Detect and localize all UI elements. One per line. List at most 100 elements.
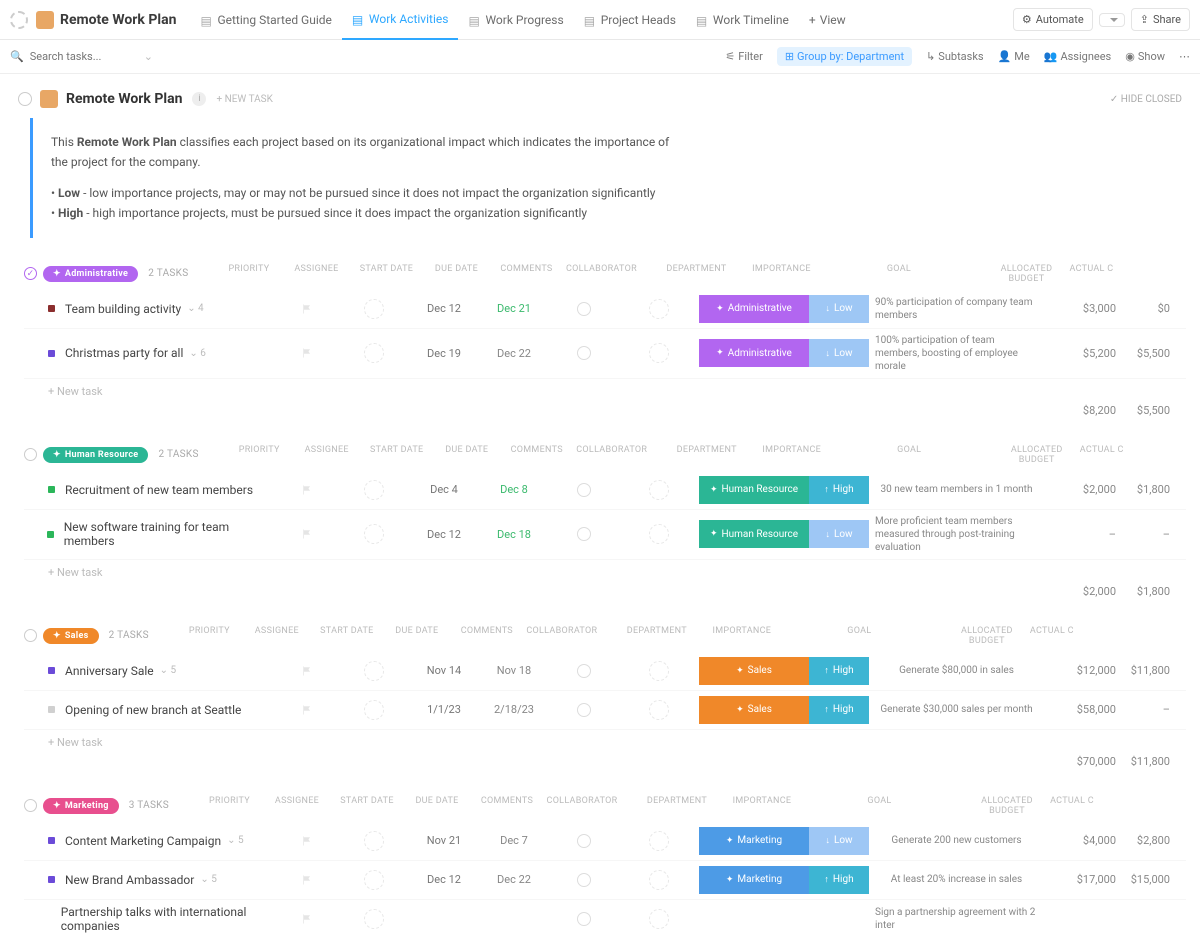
- collaborator-cell[interactable]: [619, 343, 699, 363]
- col-budget[interactable]: ALLOCATED BUDGET: [947, 626, 1027, 646]
- assignee-cell[interactable]: [339, 661, 409, 681]
- task-row[interactable]: Content Marketing Campaign⌄ 5Nov 21Dec 7…: [24, 822, 1186, 861]
- due-date-cell[interactable]: Dec 21: [479, 302, 549, 315]
- col-collaborator[interactable]: COLLABORATOR: [572, 445, 652, 465]
- actual-cell[interactable]: $5,500: [1124, 347, 1174, 360]
- col-start-date[interactable]: START DATE: [362, 445, 432, 465]
- comments-cell[interactable]: [549, 834, 619, 848]
- task-row[interactable]: Anniversary Sale⌄ 5Nov 14Nov 18✦Sales↑Hi…: [24, 652, 1186, 691]
- start-date-cell[interactable]: Nov 14: [409, 664, 479, 677]
- start-date-cell[interactable]: 1/1/23: [409, 703, 479, 716]
- assignees-button[interactable]: 👥Assignees: [1044, 50, 1112, 63]
- col-comments[interactable]: COMMENTS: [452, 626, 522, 646]
- assignee-cell[interactable]: [339, 831, 409, 851]
- col-department[interactable]: DEPARTMENT: [652, 445, 762, 465]
- show-button[interactable]: ◉Show: [1125, 50, 1165, 63]
- col-priority[interactable]: PRIORITY: [227, 445, 292, 465]
- task-row[interactable]: Recruitment of new team membersDec 4Dec …: [24, 471, 1186, 510]
- col-department[interactable]: DEPARTMENT: [622, 796, 732, 816]
- new-task-button[interactable]: + New task: [24, 560, 1186, 582]
- actual-cell[interactable]: $2,800: [1124, 834, 1174, 847]
- col-goal[interactable]: GOAL: [792, 796, 967, 816]
- col-assignee[interactable]: ASSIGNEE: [281, 264, 351, 284]
- importance-tag[interactable]: ↓Low: [809, 339, 869, 367]
- group-toggle-icon[interactable]: [24, 629, 37, 642]
- budget-cell[interactable]: $5,200: [1044, 347, 1124, 360]
- priority-cell[interactable]: [274, 665, 339, 677]
- assignee-cell[interactable]: [339, 700, 409, 720]
- due-date-cell[interactable]: Dec 8: [479, 483, 549, 496]
- share-button[interactable]: ⇪ Share: [1131, 8, 1190, 31]
- group-pill[interactable]: ✦Administrative: [43, 266, 138, 282]
- importance-tag[interactable]: ↑High: [809, 657, 869, 685]
- department-tag[interactable]: ✦Marketing: [699, 866, 809, 894]
- col-collaborator[interactable]: COLLABORATOR: [522, 626, 602, 646]
- col-start-date[interactable]: START DATE: [332, 796, 402, 816]
- start-date-cell[interactable]: Dec 12: [409, 302, 479, 315]
- add-view-button[interactable]: +View: [799, 0, 856, 40]
- assignee-cell[interactable]: [339, 480, 409, 500]
- actual-cell[interactable]: $0: [1124, 302, 1174, 315]
- goal-cell[interactable]: Generate $80,000 in sales: [869, 664, 1044, 677]
- start-date-cell[interactable]: Dec 12: [409, 873, 479, 886]
- status-dot[interactable]: [48, 706, 55, 713]
- task-row[interactable]: New Brand Ambassador⌄ 5Dec 12Dec 22✦Mark…: [24, 861, 1186, 900]
- tab-work-timeline[interactable]: ▤Work Timeline: [686, 0, 799, 40]
- goal-cell[interactable]: 30 new team members in 1 month: [869, 483, 1044, 496]
- info-icon[interactable]: i: [192, 92, 206, 106]
- department-tag[interactable]: ✦Human Resource: [699, 476, 809, 504]
- comments-cell[interactable]: [549, 912, 619, 926]
- comments-cell[interactable]: [549, 873, 619, 887]
- goal-cell[interactable]: 100% participation of team members, boos…: [869, 334, 1044, 373]
- status-dot[interactable]: [48, 876, 55, 883]
- col-actual[interactable]: ACTUAL C: [1066, 264, 1116, 284]
- col-goal[interactable]: GOAL: [811, 264, 986, 284]
- col-budget[interactable]: ALLOCATED BUDGET: [967, 796, 1047, 816]
- col-priority[interactable]: PRIORITY: [197, 796, 262, 816]
- hide-closed-button[interactable]: ✓ HIDE CLOSED: [1110, 94, 1182, 105]
- budget-cell[interactable]: $2,000: [1044, 483, 1124, 496]
- group-pill[interactable]: ✦Sales: [43, 628, 99, 644]
- budget-cell[interactable]: $3,000: [1044, 302, 1124, 315]
- status-dot[interactable]: [48, 350, 55, 357]
- importance-tag[interactable]: ↓Low: [809, 295, 869, 323]
- start-date-cell[interactable]: Nov 21: [409, 834, 479, 847]
- search-input[interactable]: [30, 50, 140, 63]
- priority-cell[interactable]: [274, 835, 339, 847]
- col-collaborator[interactable]: COLLABORATOR: [561, 264, 641, 284]
- col-priority[interactable]: PRIORITY: [216, 264, 281, 284]
- goal-cell[interactable]: More proficient team members measured th…: [869, 515, 1044, 554]
- budget-cell[interactable]: $4,000: [1044, 834, 1124, 847]
- automate-dropdown[interactable]: [1099, 13, 1125, 27]
- department-tag[interactable]: ✦Human Resource: [699, 520, 809, 548]
- col-actual[interactable]: ACTUAL C: [1027, 626, 1077, 646]
- subtask-indicator[interactable]: ⌄ 5: [227, 835, 243, 846]
- comments-cell[interactable]: [549, 703, 619, 717]
- priority-cell[interactable]: [274, 913, 339, 925]
- col-due-date[interactable]: DUE DATE: [382, 626, 452, 646]
- due-date-cell[interactable]: 2/18/23: [479, 703, 549, 716]
- new-task-button[interactable]: + NEW TASK: [216, 94, 272, 105]
- col-importance[interactable]: IMPORTANCE: [751, 264, 811, 284]
- department-tag[interactable]: ✦Sales: [699, 657, 809, 685]
- comments-cell[interactable]: [549, 664, 619, 678]
- col-comments[interactable]: COMMENTS: [472, 796, 542, 816]
- tab-work-activities[interactable]: ▤Work Activities: [342, 0, 459, 40]
- col-importance[interactable]: IMPORTANCE: [732, 796, 792, 816]
- goal-cell[interactable]: 90% participation of company team member…: [869, 296, 1044, 322]
- comments-cell[interactable]: [549, 483, 619, 497]
- assignee-cell[interactable]: [339, 909, 409, 929]
- due-date-cell[interactable]: Dec 7: [479, 834, 549, 847]
- goal-cell[interactable]: Generate $30,000 sales per month: [869, 703, 1044, 716]
- priority-cell[interactable]: [274, 528, 339, 540]
- subtask-indicator[interactable]: ⌄ 5: [160, 665, 176, 676]
- assignee-cell[interactable]: [339, 299, 409, 319]
- group-toggle-icon[interactable]: [24, 799, 37, 812]
- col-budget[interactable]: ALLOCATED BUDGET: [997, 445, 1077, 465]
- assignee-cell[interactable]: [339, 870, 409, 890]
- status-dot[interactable]: [48, 305, 55, 312]
- importance-tag[interactable]: ↑High: [809, 696, 869, 724]
- start-date-cell[interactable]: Dec 12: [409, 528, 479, 541]
- automate-button[interactable]: ⚙ Automate: [1013, 8, 1093, 31]
- subtask-indicator[interactable]: ⌄ 5: [200, 874, 216, 885]
